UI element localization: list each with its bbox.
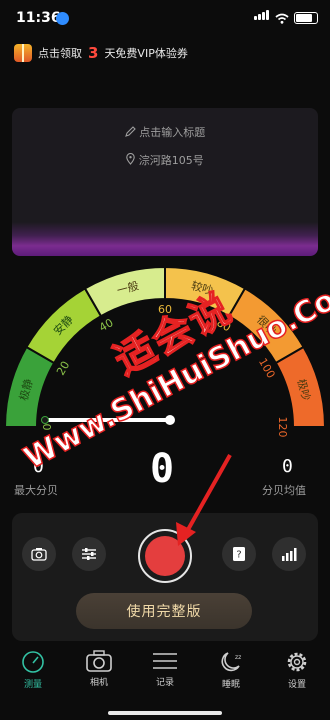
location-pin-icon [126,152,136,165]
tab-settings[interactable]: 设置 [264,650,330,700]
max-db-label: 最大分贝 [14,484,58,497]
svg-text:?: ? [236,550,241,561]
location-arrow-icon [56,12,69,25]
home-indicator [108,711,222,715]
gauge-icon [22,651,44,673]
gauge-tick-label: 120 [276,417,289,438]
tab-label: 睡眠 [221,680,240,690]
tab-label: 记录 [155,678,174,688]
status-icons [254,10,318,24]
vip-promo-banner[interactable]: 点击领取 3 天免费VIP体验券 [14,44,188,62]
spectrum-card: 点击输入标题 淙河路105号 [12,108,318,256]
gauge-needle-hub [165,415,175,425]
timer-button[interactable] [22,537,56,571]
signal-icon [254,5,270,24]
location-row[interactable]: 淙河路105号 [12,152,318,168]
gear-icon [287,652,307,672]
pencil-icon [124,126,136,137]
location-text: 淙河路105号 [138,154,204,167]
full-version-button[interactable]: 使用完整版 [76,593,252,629]
adjust-button[interactable] [72,537,106,571]
avg-db-label: 分贝均值 [262,484,306,497]
avg-db-value: 0 [282,456,293,477]
stats-button[interactable] [272,537,306,571]
gift-icon [14,44,32,62]
list-icon [153,653,177,669]
title-placeholder: 点击输入标题 [139,126,206,139]
tab-label: 设置 [287,680,306,690]
chart-icon [282,548,297,561]
moon-icon: zz [221,652,241,672]
promo-prefix: 点击领取 [38,47,82,60]
watermark-arrow [176,454,232,546]
camera-timer-icon [31,548,47,561]
tab-measure[interactable]: 测量 [0,650,66,700]
svg-text:zz: zz [235,654,241,661]
tab-label: 相机 [89,678,108,688]
tab-sleep[interactable]: zz 睡眠 [198,650,264,700]
status-time: 11:36 [16,10,61,26]
title-input[interactable]: 点击输入标题 [12,124,318,140]
camera-icon [86,650,112,672]
tab-camera[interactable]: 相机 [66,650,132,700]
battery-icon [294,12,318,24]
promo-suffix: 天免费VIP体验券 [104,47,188,60]
tab-records[interactable]: 记录 [132,650,198,700]
tab-label: 测量 [23,680,42,690]
sliders-icon [82,548,96,560]
tab-bar: 测量 相机 记录 zz 睡眠 设置 [0,650,330,700]
promo-days-number: 3 [88,44,99,62]
wifi-icon [275,13,289,24]
